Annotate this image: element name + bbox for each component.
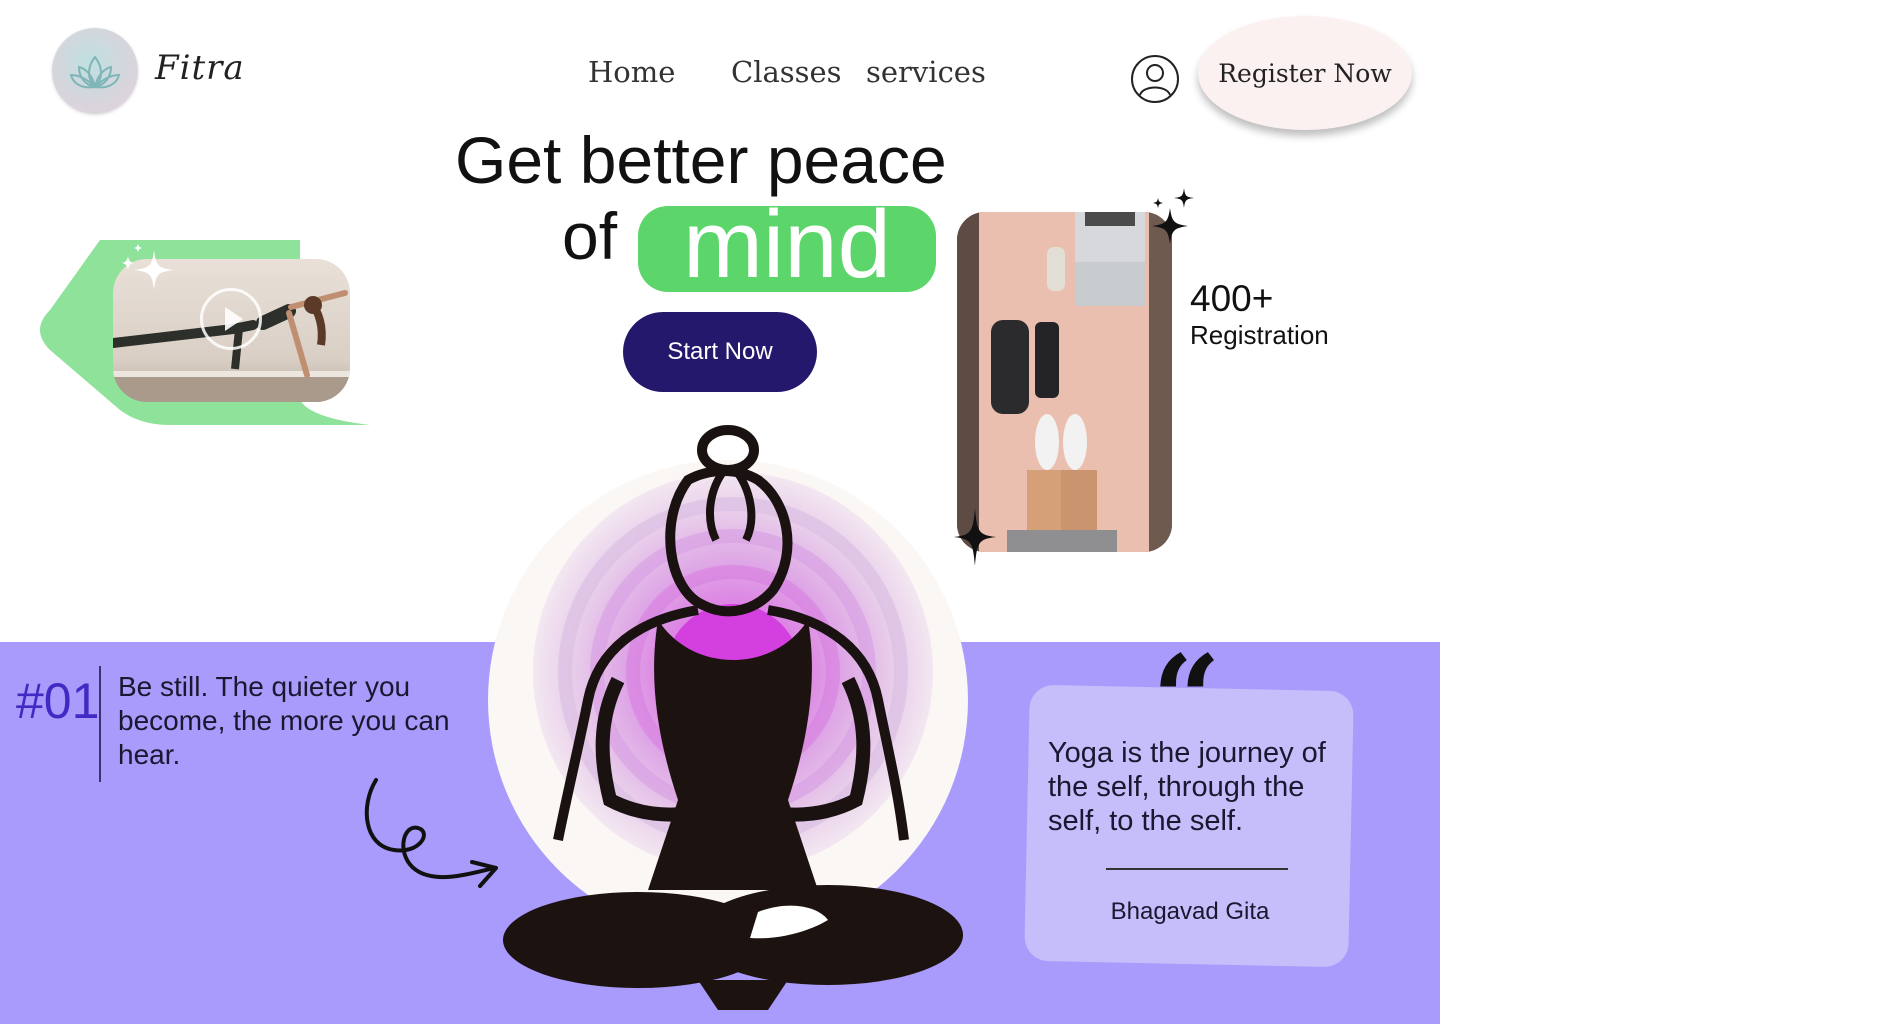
sparkles-icon [1152,188,1194,244]
play-button[interactable] [200,288,262,350]
logo-badge[interactable] [52,28,138,114]
hero-heading-line1: Get better peace [455,123,947,197]
curly-arrow-icon [364,778,498,888]
register-now-button[interactable]: Register Now [1198,16,1412,130]
start-now-button[interactable]: Start Now [623,312,817,392]
nav-services[interactable]: services [866,55,986,89]
quote-text: Yoga is the journey of the self, through… [1048,737,1326,837]
meditation-figure [503,425,963,1010]
play-icon [225,307,243,331]
quote-author: Bhagavad Gita [1110,898,1270,925]
nav-classes[interactable]: Classes [731,55,842,89]
nav-home[interactable]: Home [588,55,675,89]
registration-count: 400+ [1190,278,1274,319]
vertical-divider [99,666,101,782]
sparkle-icon [122,244,174,290]
yoga-mat-photo [957,212,1172,552]
hero-highlight-word: mind [682,191,892,298]
hero-heading-of: of [562,199,618,273]
brand-name[interactable]: Fitra [155,48,245,88]
tip-number: #01 [16,673,100,729]
registration-label: Registration [1190,320,1329,350]
user-icon[interactable] [1130,54,1180,104]
quote-divider [1106,868,1288,870]
tip-text: Be still. The quieter you become, the mo… [118,671,450,770]
lotus-icon [69,55,121,89]
